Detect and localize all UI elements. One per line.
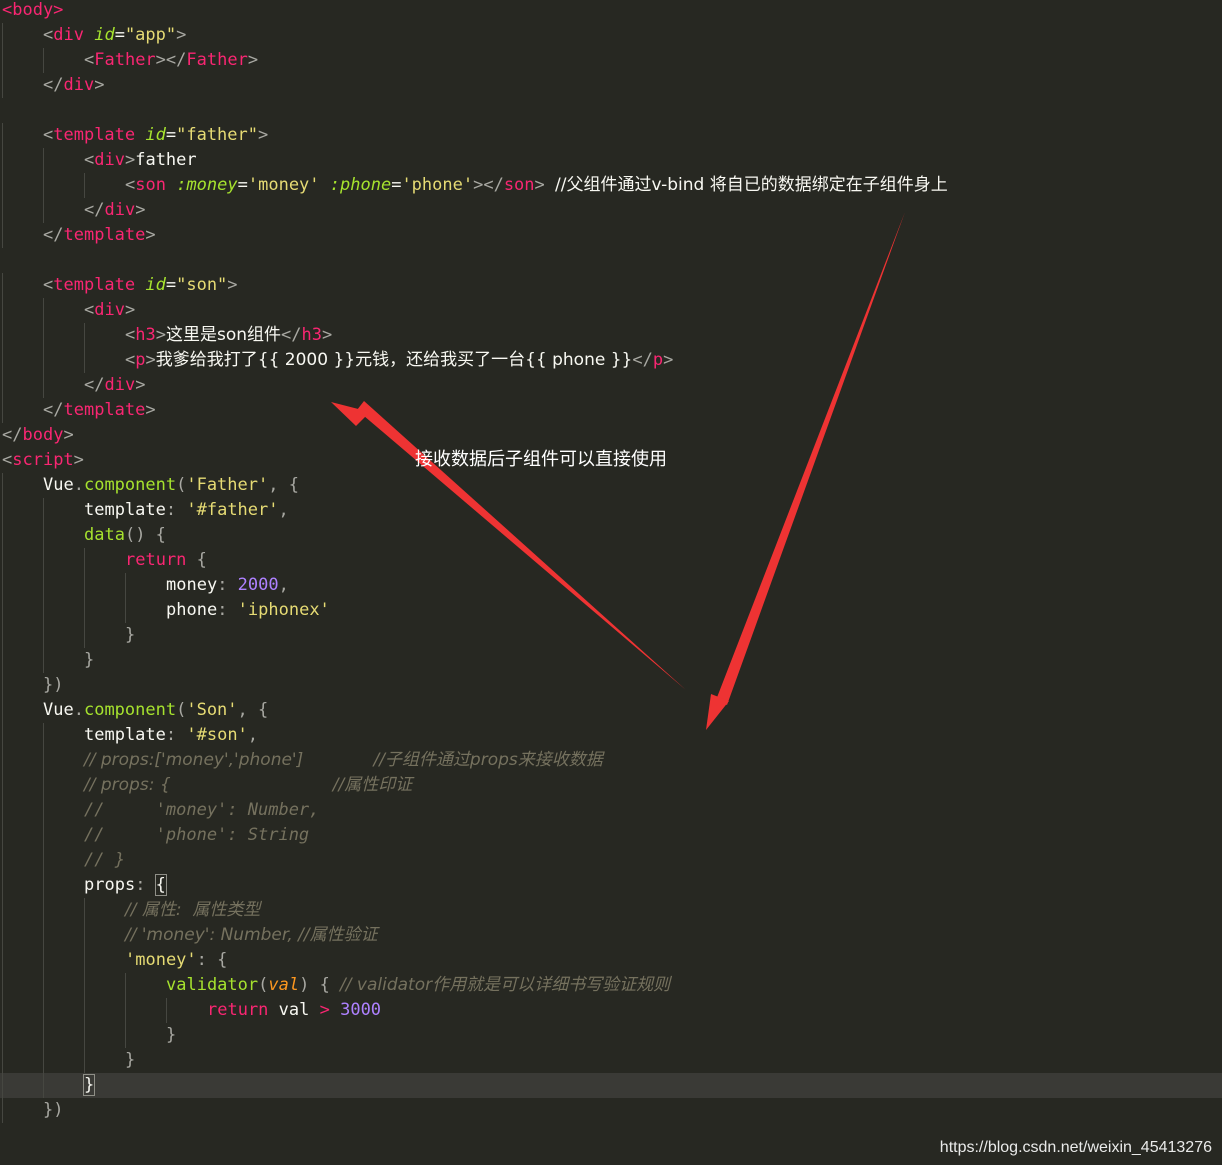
annotation-arrows <box>331 212 905 730</box>
annotation-note: 接收数据后子组件可以直接使用 <box>415 449 667 470</box>
arrow-to-props <box>716 212 905 705</box>
watermark: https://blog.csdn.net/weixin_45413276 <box>939 1139 1212 1156</box>
